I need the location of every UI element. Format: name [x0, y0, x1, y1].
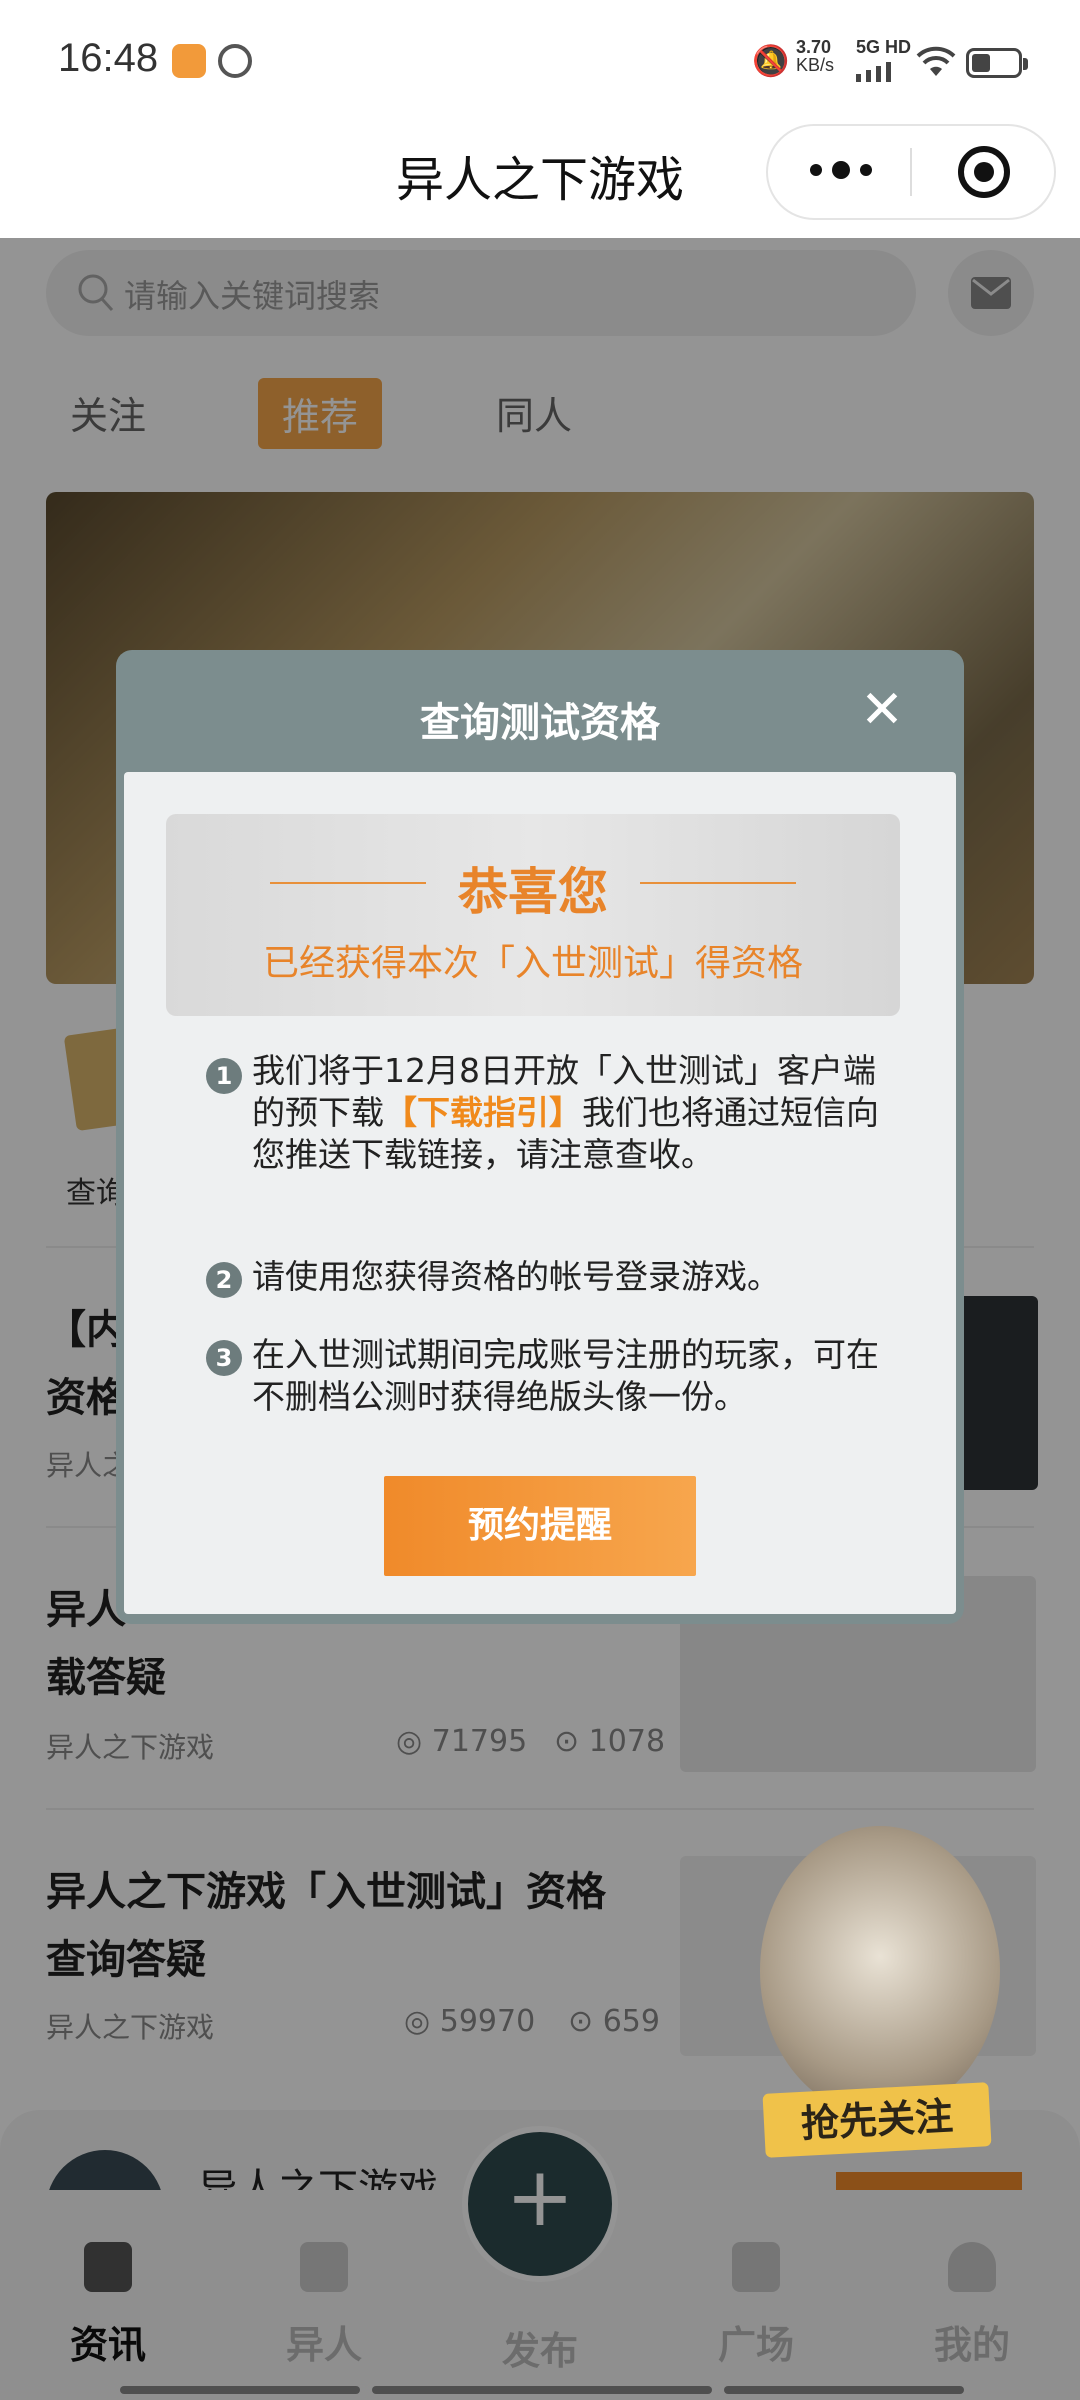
sync-icon: [218, 44, 252, 78]
step-text: 请使用您获得资格的帐号登录游戏。: [252, 1257, 780, 1296]
download-guide-link[interactable]: 【下载指引】: [384, 1093, 582, 1132]
signal-indicator: 5G HD: [856, 38, 911, 85]
step-number: 2: [206, 1262, 242, 1298]
status-time: 16:48: [58, 36, 159, 80]
mascot-image[interactable]: [760, 1826, 1000, 2116]
wifi-icon: [916, 46, 956, 76]
congrats-title: 恭喜您: [458, 863, 608, 921]
notification-app-icon: [172, 44, 206, 78]
step-text: 在入世测试期间完成账号注册的玩家，可在不删档公测时获得绝版头像一份。: [252, 1335, 879, 1416]
battery-icon: [966, 48, 1028, 78]
promo-follow-banner[interactable]: 抢先关注: [762, 2082, 992, 2158]
reminder-button[interactable]: 预约提醒: [384, 1476, 696, 1576]
step-text: 我们将于12月8日开放「入世测试」客户端的预下载【下载指引】我们也将通过短信向您…: [252, 1051, 879, 1174]
mute-icon: 🔕: [752, 44, 790, 79]
net-speed: 3.70 KB/s: [796, 37, 835, 75]
step-number: 1: [206, 1058, 242, 1094]
congrats-subtitle: 已经获得本次「入世测试」得资格: [262, 943, 803, 984]
step-number: 3: [206, 1340, 242, 1376]
more-options-icon[interactable]: [806, 160, 876, 180]
modal-title: 查询测试资格: [420, 700, 660, 746]
close-icon[interactable]: ✕: [854, 684, 910, 740]
close-miniprogram-icon[interactable]: [956, 144, 1012, 200]
capsule-divider: [910, 148, 912, 196]
